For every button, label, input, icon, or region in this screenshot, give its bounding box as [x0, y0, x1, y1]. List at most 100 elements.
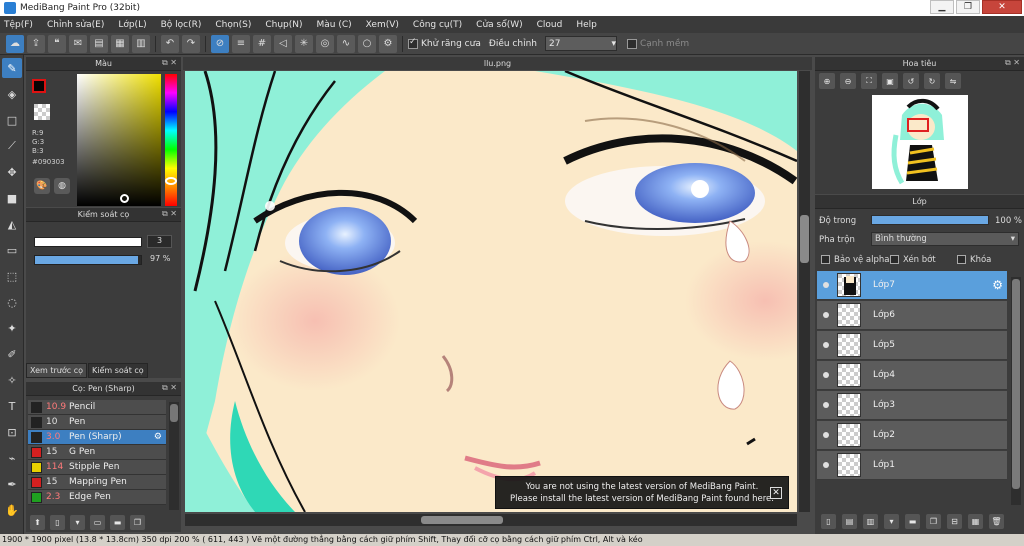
document-button[interactable]: ▤ — [90, 34, 108, 53]
bucket-tool[interactable]: ◭ — [2, 214, 22, 234]
line-tool[interactable]: ⟋ — [2, 136, 22, 156]
layer-list-scrollbar[interactable] — [1011, 277, 1021, 505]
perspective-snap-button[interactable]: ◁ — [274, 34, 292, 53]
actual-size-button[interactable]: ▣ — [882, 73, 898, 89]
layer-row[interactable]: Lớp1 — [817, 451, 1007, 480]
panel-close-icon[interactable]: ⧉ ✕ — [162, 383, 177, 393]
rotate-right-button[interactable]: ↻ — [924, 73, 940, 89]
menu-view[interactable]: Xem(V) — [366, 20, 399, 30]
page-button[interactable]: ▥ — [132, 34, 150, 53]
saturation-value-picker[interactable] — [77, 74, 161, 206]
brush-folder-button[interactable]: ▬ — [110, 515, 125, 530]
rectangle-tool[interactable]: □ — [2, 110, 22, 130]
soft-edge-checkbox[interactable] — [626, 38, 637, 49]
foreground-color-swatch[interactable] — [32, 79, 46, 93]
menu-layer[interactable]: Lớp(L) — [118, 20, 146, 30]
move-tool[interactable]: ✥ — [2, 162, 22, 182]
new-brush-button[interactable]: ▯ — [50, 515, 65, 530]
duplicate-layer-button[interactable]: ❐ — [926, 514, 941, 529]
lock-checkbox[interactable] — [957, 255, 966, 264]
concentric-snap-button[interactable]: ◎ — [316, 34, 334, 53]
layer-opacity-slider[interactable] — [871, 215, 989, 225]
menu-filter[interactable]: Bộ lọc(R) — [161, 20, 202, 30]
snap-settings-button[interactable]: ⚙ — [379, 34, 397, 53]
picker-cursor[interactable] — [120, 194, 129, 203]
menu-help[interactable]: Help — [576, 20, 597, 30]
scroll-thumb[interactable] — [421, 516, 503, 524]
layer-row[interactable]: Lớp7 ⚙ — [817, 271, 1007, 300]
gear-icon[interactable]: ⚙ — [992, 278, 1003, 292]
eyedropper-tool[interactable]: ⌁ — [2, 448, 22, 468]
scroll-thumb[interactable] — [1012, 279, 1020, 489]
panel-close-icon[interactable]: ⧉ ✕ — [1005, 58, 1020, 68]
magic-wand-tool[interactable]: ✦ — [2, 318, 22, 338]
blend-mode-select[interactable]: Bình thường ▾ — [871, 232, 1019, 246]
update-notification[interactable]: You are not using the latest version of … — [495, 476, 789, 509]
menu-snap[interactable]: Chụp(N) — [265, 20, 302, 30]
eye-icon[interactable] — [823, 342, 829, 348]
brush-list-scrollbar[interactable] — [169, 402, 179, 510]
gradient-tool[interactable]: ▭ — [2, 240, 22, 260]
layer-row[interactable]: Lớp2 — [817, 421, 1007, 450]
brush-item-stipple-pen[interactable]: 114 Stipple Pen — [28, 460, 166, 475]
brush-item-pen[interactable]: 10 Pen — [28, 415, 166, 430]
menu-file[interactable]: Tệp(F) — [4, 20, 33, 30]
brush-duplicate-button[interactable]: ❐ — [130, 515, 145, 530]
document-tab[interactable]: llu.png — [183, 57, 812, 70]
menu-window[interactable]: Cửa sổ(W) — [476, 20, 522, 30]
rotate-left-button[interactable]: ↺ — [903, 73, 919, 89]
eye-icon[interactable] — [823, 282, 829, 288]
add-brush-button[interactable]: ⬆ — [30, 515, 45, 530]
select-pen-tool[interactable]: ✐ — [2, 344, 22, 364]
transparent-color-swatch[interactable] — [34, 104, 50, 120]
curve-snap-button[interactable]: ∿ — [337, 34, 355, 53]
select-tool[interactable]: ⬚ — [2, 266, 22, 286]
protect-alpha-checkbox[interactable] — [821, 255, 830, 264]
clipping-checkbox[interactable] — [890, 255, 899, 264]
snap-off-button[interactable]: ⊘ — [211, 34, 229, 53]
eye-icon[interactable] — [823, 372, 829, 378]
eye-icon[interactable] — [823, 432, 829, 438]
tab-brush-preview[interactable]: Xem trước cọ — [26, 363, 88, 378]
brush-size-slider[interactable] — [34, 237, 142, 247]
delete-layer-button[interactable]: 🗑 — [989, 514, 1004, 529]
hue-cursor[interactable] — [165, 177, 177, 185]
horizontal-scrollbar[interactable] — [185, 514, 797, 526]
layer-row[interactable]: Lớp4 — [817, 361, 1007, 390]
eraser-tool[interactable]: ◈ — [2, 84, 22, 104]
new-halftone-layer-button[interactable]: ▤ — [842, 514, 857, 529]
close-icon[interactable]: ✕ — [770, 487, 782, 499]
parallel-snap-button[interactable]: ≡ — [232, 34, 250, 53]
eye-icon[interactable] — [823, 402, 829, 408]
maximize-button[interactable]: ❐ — [956, 0, 980, 14]
menu-cloud[interactable]: Cloud — [537, 20, 563, 30]
flip-button[interactable]: ⇋ — [945, 73, 961, 89]
grid-snap-button[interactable]: # — [253, 34, 271, 53]
antialias-checkbox[interactable] — [408, 37, 418, 49]
hand-tool[interactable]: ✋ — [2, 500, 22, 520]
fill-rect-tool[interactable]: ■ — [2, 188, 22, 208]
minimize-button[interactable]: ▁ — [930, 0, 954, 14]
menu-select[interactable]: Chọn(S) — [215, 20, 251, 30]
brush-menu-button[interactable]: ▾ — [70, 515, 85, 530]
cloud-button[interactable]: ☁ — [6, 34, 24, 53]
eye-icon[interactable] — [823, 462, 829, 468]
fit-button[interactable]: ⛶ — [861, 73, 877, 89]
layer-row[interactable]: Lớp3 — [817, 391, 1007, 420]
add-layer-menu-button[interactable]: ▾ — [884, 514, 899, 529]
new-8bit-layer-button[interactable]: ▥ — [863, 514, 878, 529]
share-button[interactable]: ⇪ — [27, 34, 45, 53]
redo-button[interactable]: ↷ — [182, 34, 200, 53]
scroll-thumb[interactable] — [800, 215, 809, 263]
panels-button[interactable]: ▦ — [111, 34, 129, 53]
scroll-thumb[interactable] — [170, 404, 178, 422]
brush-item-edge-pen[interactable]: 2.3 Edge Pen — [28, 490, 166, 505]
panel-close-icon[interactable]: ⧉ ✕ — [162, 209, 177, 219]
color-wheel-button[interactable]: 🎨 — [34, 178, 50, 194]
menu-tools[interactable]: Công cụ(T) — [413, 20, 462, 30]
navigator-preview[interactable] — [872, 95, 968, 189]
brush-item-pencil[interactable]: 10.9 Pencil — [28, 400, 166, 415]
menu-color[interactable]: Màu (C) — [317, 20, 352, 30]
gear-icon[interactable]: ⚙ — [154, 432, 162, 442]
adjust-select[interactable]: 27 ▾ — [544, 36, 617, 51]
